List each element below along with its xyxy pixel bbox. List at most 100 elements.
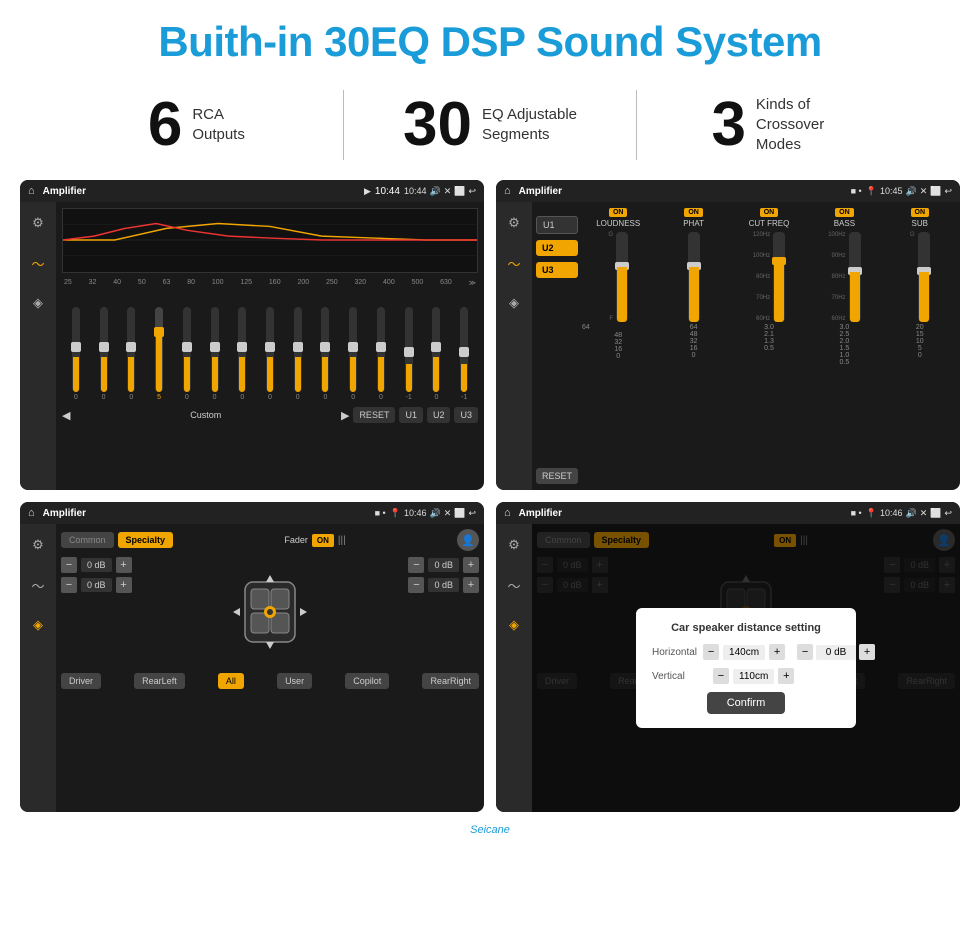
eq-slider-13[interactable]: 0 <box>425 307 449 401</box>
bass-slider[interactable] <box>849 232 861 322</box>
phat-on[interactable]: ON <box>684 208 703 217</box>
horizontal-plus[interactable]: + <box>769 644 785 660</box>
page-title: Buith-in 30EQ DSP Sound System <box>20 18 960 66</box>
vertical-minus[interactable]: − <box>713 668 729 684</box>
fader-top: Common Specialty Fader ON ||| 👤 <box>61 529 479 551</box>
eq-slider-12[interactable]: -1 <box>397 307 421 401</box>
eq-slider-6[interactable]: 0 <box>230 307 254 401</box>
status-bar-4: ⌂ Amplifier ■ • 📍 10:46 🔊 ✕ ⬜ ↩ <box>496 502 960 524</box>
u2-label[interactable]: U2 <box>536 240 578 256</box>
db-plus-rl[interactable]: + <box>116 577 132 593</box>
sidebar-speaker-icon-2[interactable]: ◈ <box>501 290 527 316</box>
window-icon-4: ⬜ <box>930 508 941 519</box>
db-minus-fl[interactable]: − <box>61 557 77 573</box>
location-icon-4: 📍 <box>866 508 877 519</box>
specialty-tab-3[interactable]: Specialty <box>118 532 174 548</box>
dialog-horizontal-row: Horizontal − 140cm + − 0 dB + <box>652 644 840 660</box>
eq-slider-4[interactable]: 0 <box>175 307 199 401</box>
fader-label: Fader <box>284 535 308 545</box>
db-row-fl: − 0 dB + <box>61 557 132 573</box>
eq-slider-14[interactable]: -1 <box>452 307 476 401</box>
confirm-button[interactable]: Confirm <box>707 692 786 714</box>
eq-graph <box>62 208 478 273</box>
status-icons-3: 📍 10:46 🔊 ✕ ⬜ ↩ <box>390 508 476 519</box>
dialog-minus-h[interactable]: − <box>797 644 813 660</box>
sub-control: ON SUB G 20 15 1 <box>884 208 956 484</box>
sidebar-speaker-icon[interactable]: ◈ <box>25 290 51 316</box>
horizontal-minus[interactable]: − <box>703 644 719 660</box>
loudness-slider[interactable] <box>616 232 628 322</box>
u2-button[interactable]: U2 <box>427 407 451 423</box>
home-icon-3[interactable]: ⌂ <box>28 507 35 519</box>
stat-divider-1 <box>343 90 344 160</box>
screen3-content: ⚙ 〜 ◈ Common Specialty Fader ON ||| 👤 <box>20 524 484 812</box>
db-plus-rr[interactable]: + <box>463 577 479 593</box>
sidebar-wave-icon-4[interactable]: 〜 <box>501 572 527 598</box>
eq-slider-0[interactable]: 0 <box>64 307 88 401</box>
db-plus-fr[interactable]: + <box>463 557 479 573</box>
rearleft-btn-3[interactable]: RearLeft <box>134 673 185 689</box>
eq-slider-10[interactable]: 0 <box>341 307 365 401</box>
eq-slider-5[interactable]: 0 <box>203 307 227 401</box>
phat-slider[interactable] <box>688 232 700 322</box>
copilot-btn-3[interactable]: Copilot <box>345 673 389 689</box>
eq-slider-1[interactable]: 0 <box>92 307 116 401</box>
sub-on[interactable]: ON <box>911 208 930 217</box>
vertical-plus[interactable]: + <box>778 668 794 684</box>
home-icon-1[interactable]: ⌂ <box>28 185 35 197</box>
prev-button[interactable]: ◀ <box>62 409 70 422</box>
sub-freq-labels: G <box>910 232 915 322</box>
u1-label[interactable]: U1 <box>536 216 578 234</box>
sidebar-wave-icon-3[interactable]: 〜 <box>25 572 51 598</box>
dialog-db-value-h: 0 dB <box>816 645 856 660</box>
reset-label-2[interactable]: RESET <box>536 468 578 484</box>
cutfreq-on[interactable]: ON <box>760 208 779 217</box>
home-icon-2[interactable]: ⌂ <box>504 185 511 197</box>
loudness-on[interactable]: ON <box>609 208 628 217</box>
eq-slider-11[interactable]: 0 <box>369 307 393 401</box>
speaker-icon-4: 🔊 <box>905 508 916 519</box>
fader-on-toggle[interactable]: ON <box>312 534 334 547</box>
screen2-title: Amplifier <box>519 186 847 197</box>
horizontal-value: 140cm <box>723 645 765 660</box>
next-button[interactable]: ▶ <box>341 409 349 422</box>
common-tab-3[interactable]: Common <box>61 532 114 548</box>
stat-rca-label: RCAOutputs <box>192 105 245 146</box>
sidebar-wave-icon-2[interactable]: 〜 <box>501 250 527 276</box>
rearright-btn-3[interactable]: RearRight <box>422 673 479 689</box>
vertical-value: 110cm <box>733 669 774 684</box>
sidebar-eq-icon-4[interactable]: ⚙ <box>501 532 527 558</box>
sub-slider[interactable] <box>918 232 930 322</box>
eq-slider-8[interactable]: 0 <box>286 307 310 401</box>
sidebar-eq-icon-3[interactable]: ⚙ <box>25 532 51 558</box>
eq-slider-2[interactable]: 0 <box>119 307 143 401</box>
u3-label[interactable]: U3 <box>536 262 578 278</box>
profile-icon[interactable]: 👤 <box>457 529 479 551</box>
sidebar-speaker-icon-4[interactable]: ◈ <box>501 612 527 638</box>
u3-button[interactable]: U3 <box>454 407 478 423</box>
home-icon-4[interactable]: ⌂ <box>504 507 511 519</box>
driver-btn-3[interactable]: Driver <box>61 673 101 689</box>
sidebar-speaker-icon-3[interactable]: ◈ <box>25 612 51 638</box>
eq-slider-9[interactable]: 0 <box>314 307 338 401</box>
reset-button[interactable]: RESET <box>353 407 395 423</box>
u1-button[interactable]: U1 <box>399 407 423 423</box>
db-minus-rl[interactable]: − <box>61 577 77 593</box>
sidebar-eq-icon[interactable]: ⚙ <box>25 210 51 236</box>
bass-control: ON BASS 100Hz90Hz80Hz70Hz60Hz 3.0 <box>808 208 880 484</box>
db-minus-fr[interactable]: − <box>408 557 424 573</box>
db-minus-rr[interactable]: − <box>408 577 424 593</box>
sidebar-wave-icon[interactable]: 〜 <box>25 250 51 276</box>
stat-crossover-label: Kinds ofCrossover Modes <box>756 95 856 156</box>
bass-on[interactable]: ON <box>835 208 854 217</box>
phat-control: ON PHAT 64 48 32 16 0 <box>657 208 729 484</box>
db-plus-fl[interactable]: + <box>116 557 132 573</box>
cutfreq-slider[interactable] <box>773 232 785 322</box>
dialog-plus-h[interactable]: + <box>859 644 875 660</box>
eq-slider-7[interactable]: 0 <box>258 307 282 401</box>
sidebar-eq-icon-2[interactable]: ⚙ <box>501 210 527 236</box>
all-btn-3[interactable]: All <box>218 673 244 689</box>
eq-mode-label: Custom <box>74 410 337 420</box>
eq-slider-3[interactable]: 5 <box>147 307 171 401</box>
user-btn-3[interactable]: User <box>277 673 312 689</box>
